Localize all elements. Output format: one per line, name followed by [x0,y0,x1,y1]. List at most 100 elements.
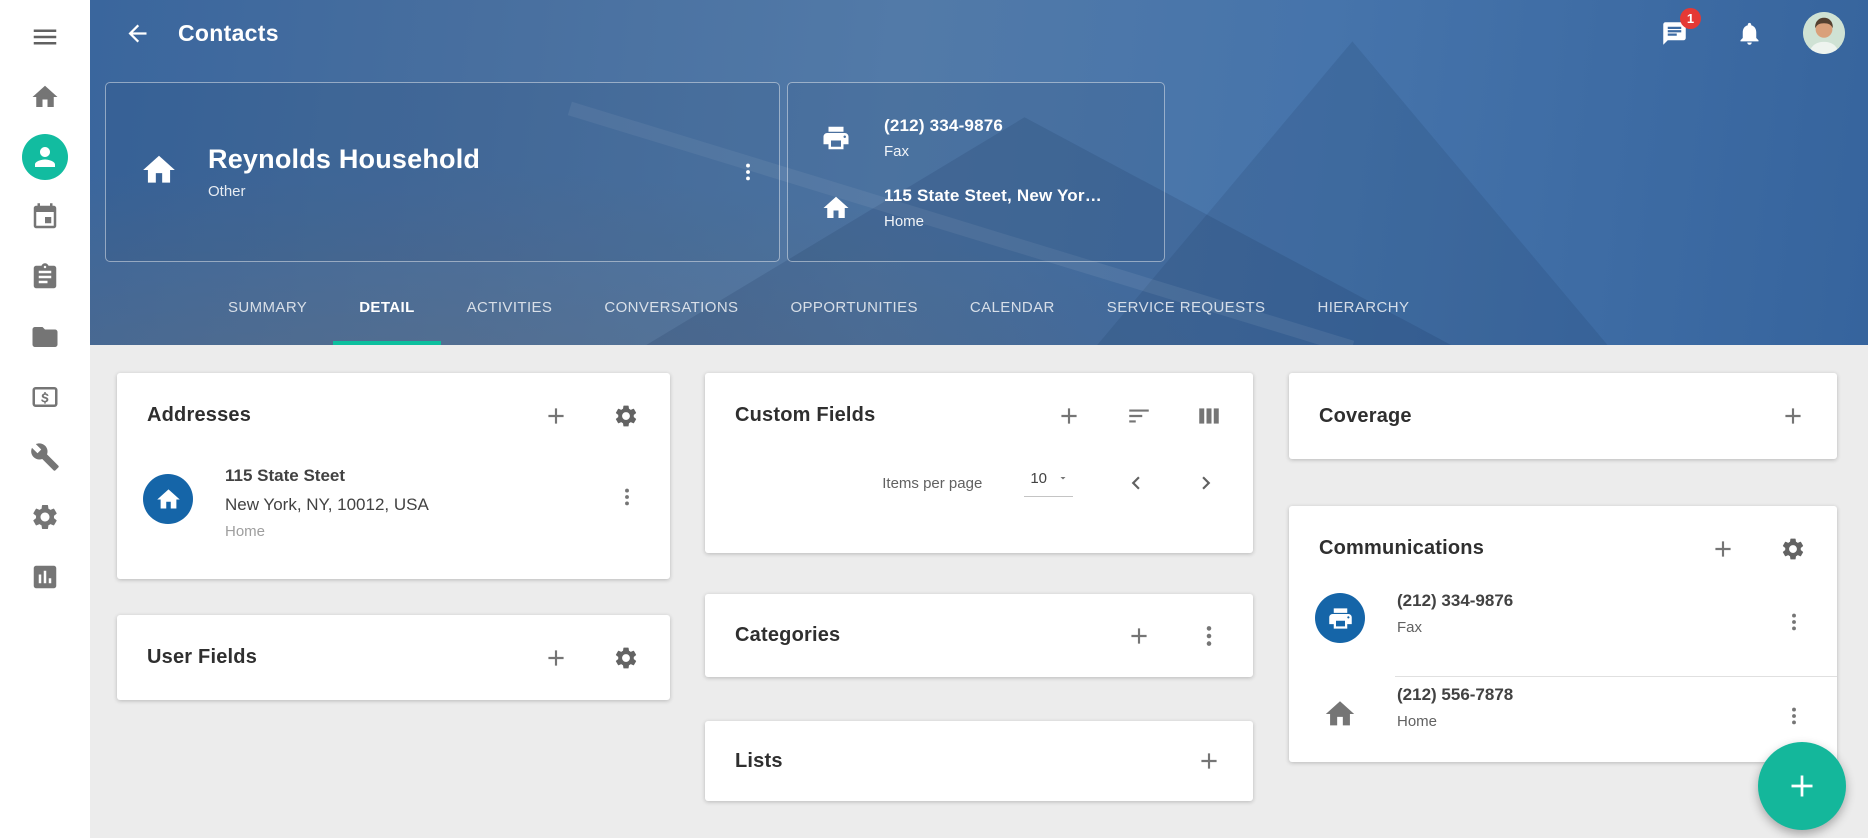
user-fields-settings-button[interactable] [612,644,640,672]
plus-icon [1126,623,1152,649]
fax-label: Fax [884,143,1003,160]
contact-hero: Contacts 1 [90,0,1868,345]
chevron-right-icon [1193,470,1219,496]
gear-icon [613,645,639,671]
home-icon [1315,697,1365,731]
sidebar-item-billing[interactable] [22,374,68,420]
address-list-item: 115 State Steet New York, NY, 10012, USA… [117,458,670,540]
more-vert-icon [737,161,759,183]
add-communication-button[interactable] [1709,535,1737,563]
gear-icon [1780,536,1806,562]
user-fields-card: User Fields [117,615,670,700]
addresses-settings-button[interactable] [612,402,640,430]
avatar-photo [1803,12,1845,54]
plus-icon [1056,403,1082,429]
hamburger-menu-button[interactable] [22,14,68,60]
communications-settings-button[interactable] [1779,535,1807,563]
person-icon [30,142,60,172]
detail-content: Addresses 115 State [90,345,1868,838]
home-icon [788,193,884,223]
more-vert-icon [1783,705,1805,727]
next-page-button[interactable] [1191,468,1221,498]
plus-icon [543,645,569,671]
add-category-button[interactable] [1125,622,1153,650]
tab-detail[interactable]: DETAIL [333,269,440,345]
categories-menu-button[interactable] [1195,622,1223,650]
entity-summary-card[interactable]: Reynolds Household Other [105,82,780,262]
clipboard-icon [30,262,60,292]
folder-icon [30,322,60,352]
tab-summary[interactable]: SUMMARY [202,269,333,345]
gear-icon [613,403,639,429]
sidebar-item-calendar[interactable] [22,194,68,240]
lists-title: Lists [735,750,1195,773]
add-fab-button[interactable] [1758,742,1846,830]
entity-menu-button[interactable] [731,155,765,189]
sidebar-item-home[interactable] [22,74,68,120]
fax-icon [788,123,884,153]
custom-fields-paginator: Items per page 10 [705,468,1253,498]
add-address-button[interactable] [542,402,570,430]
more-vert-icon [616,486,638,508]
previous-page-button[interactable] [1121,468,1151,498]
home-phone-menu-button[interactable] [1777,699,1811,733]
categories-title: Categories [735,624,1125,647]
list-divider [1395,676,1837,677]
plus-icon [1196,748,1222,774]
fax-circle-icon [1315,593,1365,643]
tab-service-requests[interactable]: SERVICE REQUESTS [1081,269,1292,345]
household-icon [140,151,178,194]
tab-hierarchy[interactable]: HIERARCHY [1291,269,1435,345]
home-phone-label: Home [1397,713,1777,730]
top-app-bar: Contacts 1 [90,0,1868,66]
add-coverage-button[interactable] [1779,402,1807,430]
home-phone-number: (212) 556-7878 [1397,685,1777,705]
dropdown-arrow-icon [1057,472,1069,484]
fax-menu-button[interactable] [1777,605,1811,639]
communication-item-fax: (212) 334-9876 Fax [1289,591,1837,669]
columns-icon [1196,403,1222,429]
notifications-button[interactable] [1728,12,1770,54]
user-fields-title: User Fields [147,646,542,669]
sidebar-item-documents[interactable] [22,314,68,360]
sort-icon [1126,403,1152,429]
more-vert-icon [1783,611,1805,633]
custom-fields-card: Custom Fields [705,373,1253,553]
messages-button[interactable]: 1 [1653,12,1695,54]
menu-icon [30,22,60,52]
sort-custom-fields-button[interactable] [1125,402,1153,430]
quick-contact-card[interactable]: (212) 334-9876 Fax 115 State Steet, New … [787,82,1165,262]
add-custom-field-button[interactable] [1055,402,1083,430]
fax-number: (212) 334-9876 [1397,591,1777,611]
quick-contact-address: 115 State Steet, New Yor… Home [788,173,1164,243]
columns-view-button[interactable] [1195,402,1223,430]
page-title: Contacts [178,20,279,47]
user-avatar[interactable] [1803,12,1845,54]
plus-icon [543,403,569,429]
home-icon [30,82,60,112]
wrench-icon [30,442,60,472]
add-user-field-button[interactable] [542,644,570,672]
page-size-select[interactable]: 10 [1024,470,1073,497]
sidebar-item-settings[interactable] [22,494,68,540]
tab-activities[interactable]: ACTIVITIES [441,269,579,345]
plus-icon [1784,768,1820,804]
coverage-card: Coverage [1289,373,1837,459]
money-card-icon [30,382,60,412]
categories-card: Categories [705,594,1253,677]
communications-card: Communications (212 [1289,506,1837,762]
tab-calendar[interactable]: CALENDAR [944,269,1081,345]
sidebar-item-tasks[interactable] [22,254,68,300]
sidebar-item-tools[interactable] [22,434,68,480]
sidebar-item-contacts[interactable] [22,134,68,180]
tab-conversations[interactable]: CONVERSATIONS [578,269,764,345]
fax-number: (212) 334-9876 [884,116,1003,136]
tab-opportunities[interactable]: OPPORTUNITIES [764,269,943,345]
address-type-label: Home [225,523,610,540]
back-button[interactable] [116,12,158,54]
entity-name: Reynolds Household [208,144,731,175]
add-list-button[interactable] [1195,747,1223,775]
address-menu-button[interactable] [610,480,644,514]
sidebar-item-reports[interactable] [22,554,68,600]
arrow-back-icon [124,20,151,47]
